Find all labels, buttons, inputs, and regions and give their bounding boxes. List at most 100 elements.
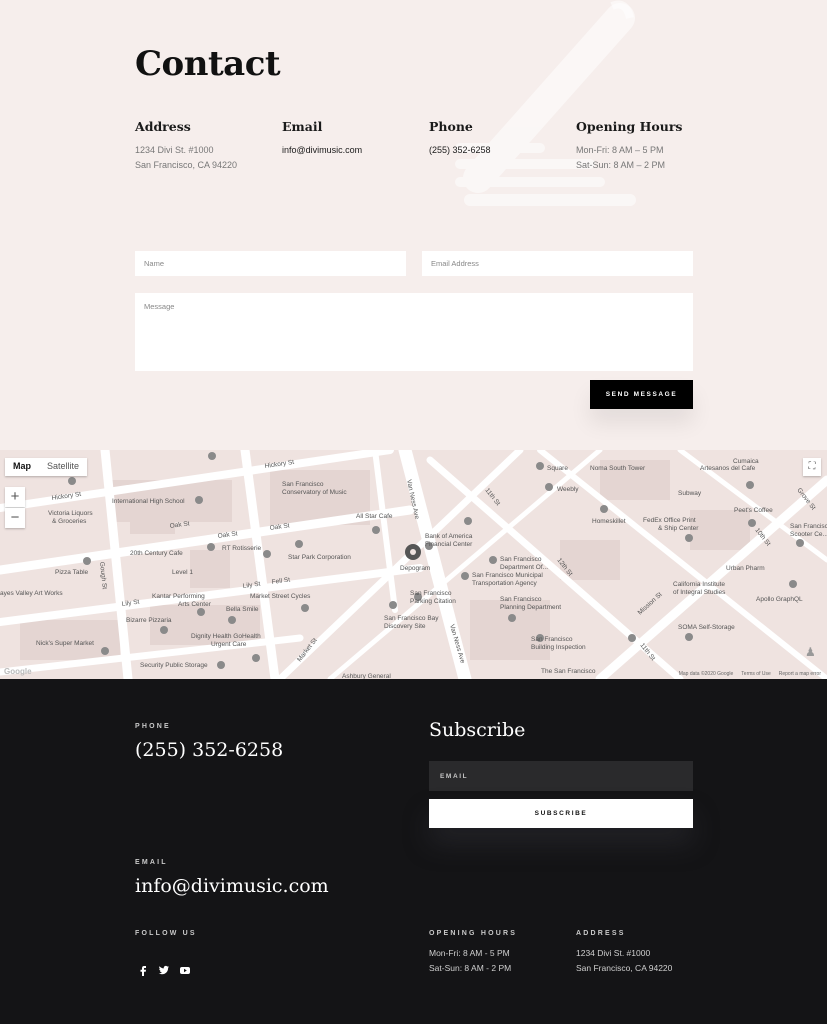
- map-type-satellite-button[interactable]: Satellite: [39, 458, 87, 476]
- svg-text:San Francisco: San Francisco: [790, 523, 827, 530]
- svg-text:Urban Pharm: Urban Pharm: [726, 565, 765, 572]
- phone-heading: Phone: [429, 119, 473, 134]
- svg-text:All Star Cafe: All Star Cafe: [356, 513, 393, 520]
- svg-text:Subway: Subway: [678, 490, 702, 497]
- svg-text:Bizarre Pizzaria: Bizarre Pizzaria: [126, 617, 172, 624]
- svg-text:FedEx Office Print: FedEx Office Print: [643, 517, 696, 524]
- svg-text:Transportation Agency: Transportation Agency: [472, 580, 538, 587]
- svg-text:ayes Valley Art Works: ayes Valley Art Works: [0, 590, 63, 597]
- svg-text:Weebly: Weebly: [557, 486, 579, 493]
- svg-text:Homeskillet: Homeskillet: [592, 518, 626, 525]
- map-type-toggle: Map Satellite: [5, 458, 88, 476]
- name-field[interactable]: [135, 251, 406, 276]
- follow-us-label: FOLLOW US: [135, 930, 197, 937]
- svg-text:San Francisco Bay: San Francisco Bay: [384, 615, 439, 622]
- zoom-in-button[interactable]: +: [5, 487, 25, 507]
- svg-text:Apollo GraphQL: Apollo GraphQL: [756, 596, 803, 603]
- svg-text:California Institute: California Institute: [673, 581, 725, 588]
- hours-heading: Opening Hours: [576, 119, 683, 134]
- svg-text:San Francisco: San Francisco: [500, 596, 542, 603]
- contact-section: Contact Address 1234 Divi St. #1000 San …: [0, 0, 827, 450]
- svg-text:Peet's Coffee: Peet's Coffee: [734, 507, 773, 514]
- google-logo: Google: [4, 667, 32, 676]
- svg-text:Planning Department: Planning Department: [500, 604, 561, 611]
- map-attribution: Map data ©2020 Google Terms of Use Repor…: [679, 671, 821, 677]
- svg-text:Financial Center: Financial Center: [425, 541, 473, 548]
- svg-text:& Groceries: & Groceries: [52, 518, 87, 525]
- address-block: Address 1234 Divi St. #1000 San Francisc…: [135, 119, 275, 173]
- subscribe-button[interactable]: SUBSCRIBE: [429, 799, 693, 828]
- svg-text:San Francisco: San Francisco: [531, 636, 573, 643]
- footer-hours-line-1: Mon-Fri: 8 AM - 5 PM: [429, 948, 510, 958]
- svg-text:Urgent Care: Urgent Care: [211, 641, 247, 648]
- subscribe-email-input[interactable]: [429, 761, 693, 791]
- svg-text:RT Rotisserie: RT Rotisserie: [222, 545, 262, 552]
- svg-text:Level 1: Level 1: [172, 569, 193, 576]
- svg-text:Dignity Health GoHealth: Dignity Health GoHealth: [191, 633, 261, 640]
- address-heading: Address: [135, 119, 191, 134]
- svg-text:Cumaica: Cumaica: [733, 458, 759, 465]
- svg-text:Pizza Table: Pizza Table: [55, 569, 89, 576]
- svg-text:Security Public Storage: Security Public Storage: [140, 662, 208, 669]
- phone-link[interactable]: (255) 352-6258: [429, 143, 569, 158]
- footer-phone-value[interactable]: (255) 352-6258: [135, 739, 283, 761]
- svg-text:Star Park Corporation: Star Park Corporation: [288, 554, 351, 561]
- svg-text:Arts Center: Arts Center: [178, 601, 212, 608]
- footer-email-label: EMAIL: [135, 859, 168, 866]
- svg-text:20th Century Cafe: 20th Century Cafe: [130, 550, 183, 557]
- svg-text:Victoria Liquors: Victoria Liquors: [48, 510, 93, 517]
- site-footer: PHONE (255) 352-6258 Subscribe SUBSCRIBE…: [0, 679, 827, 1024]
- footer-address-line-2: San Francisco, CA 94220: [576, 963, 673, 973]
- fullscreen-icon[interactable]: ⛶: [803, 458, 821, 476]
- svg-text:San Francisco Municipal: San Francisco Municipal: [472, 572, 543, 579]
- youtube-icon[interactable]: [179, 964, 191, 976]
- address-line-2: San Francisco, CA 94220: [135, 160, 238, 170]
- map-type-map-button[interactable]: Map: [5, 458, 39, 476]
- svg-text:Parking Citation: Parking Citation: [410, 598, 456, 605]
- hours-line-1: Mon-Fri: 8 AM – 5 PM: [576, 145, 664, 155]
- footer-phone-label: PHONE: [135, 723, 171, 730]
- svg-text:Bella Smile: Bella Smile: [226, 606, 259, 613]
- map-data-credit: Map data ©2020 Google: [678, 671, 734, 677]
- svg-text:Scooter Ce...: Scooter Ce...: [790, 531, 827, 538]
- map-canvas[interactable]: Hickory St Hickory St Oak St Oak St Oak …: [0, 450, 827, 679]
- email-heading: Email: [282, 119, 323, 134]
- hours-line-2: Sat-Sun: 8 AM – 2 PM: [576, 160, 666, 170]
- message-field[interactable]: [135, 293, 693, 371]
- svg-text:Square: Square: [547, 465, 568, 472]
- map-embed[interactable]: Hickory St Hickory St Oak St Oak St Oak …: [0, 450, 827, 679]
- zoom-out-button[interactable]: −: [5, 508, 25, 528]
- map-terms-link[interactable]: Terms of Use: [741, 671, 770, 677]
- svg-text:Artesanos del Cafe: Artesanos del Cafe: [700, 465, 756, 472]
- email-block: Email info@divimusic.com: [282, 119, 422, 158]
- svg-text:& Ship Center: & Ship Center: [658, 525, 699, 532]
- svg-text:The San Francisco: The San Francisco: [541, 668, 596, 675]
- map-report-link[interactable]: Report a map error: [779, 671, 821, 677]
- decorative-brush-graphic: [455, 0, 636, 206]
- svg-text:Noma South Tower: Noma South Tower: [590, 465, 646, 472]
- facebook-icon[interactable]: [137, 964, 149, 976]
- svg-text:Discovery Site: Discovery Site: [384, 623, 426, 630]
- footer-hours-line-2: Sat-Sun: 8 AM - 2 PM: [429, 963, 512, 973]
- svg-text:San Francisco: San Francisco: [410, 590, 452, 597]
- footer-email-value[interactable]: info@divimusic.com: [135, 875, 329, 897]
- footer-address-label: ADDRESS: [576, 930, 626, 937]
- footer-hours-label: OPENING HOURS: [429, 930, 518, 937]
- svg-text:Kantar Performing: Kantar Performing: [152, 593, 205, 600]
- svg-text:San Francisco: San Francisco: [282, 481, 324, 488]
- svg-text:Department Of...: Department Of...: [500, 564, 548, 571]
- svg-text:Building Inspection: Building Inspection: [531, 644, 586, 651]
- svg-text:of Integral Studies: of Integral Studies: [673, 589, 726, 596]
- email-field[interactable]: [422, 251, 693, 276]
- svg-text:Nick's Super Market: Nick's Super Market: [36, 640, 94, 647]
- address-line-1: 1234 Divi St. #1000: [135, 145, 214, 155]
- phone-block: Phone (255) 352-6258: [429, 119, 569, 158]
- svg-text:San Francisco: San Francisco: [500, 556, 542, 563]
- street-view-pegman-icon[interactable]: ♟: [805, 645, 816, 659]
- twitter-icon[interactable]: [158, 964, 170, 976]
- email-link[interactable]: info@divimusic.com: [282, 143, 422, 158]
- svg-text:Depogram: Depogram: [400, 565, 430, 572]
- hours-block: Opening Hours Mon-Fri: 8 AM – 5 PM Sat-S…: [576, 119, 716, 173]
- svg-text:Bank of America: Bank of America: [425, 533, 473, 540]
- send-message-button[interactable]: SEND MESSAGE: [590, 380, 693, 409]
